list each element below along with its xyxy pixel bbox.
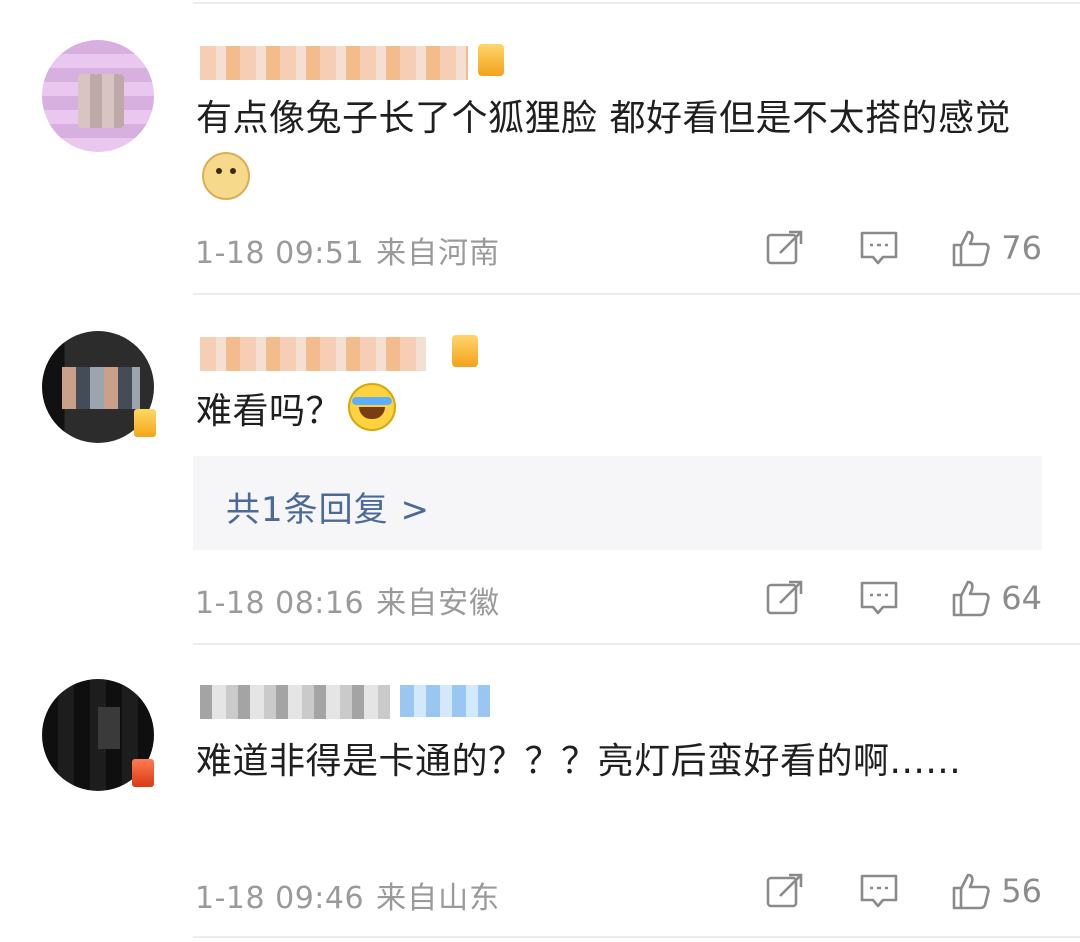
comment-icon[interactable] xyxy=(859,871,899,911)
comment-actions: 56 xyxy=(765,869,1042,913)
comment-actions: 64 xyxy=(765,576,1042,620)
doge-emoji-icon xyxy=(202,152,250,200)
verified-badge-icon xyxy=(134,409,156,437)
like-button[interactable]: 56 xyxy=(951,871,1042,911)
comment-text: 难看吗？ xyxy=(196,381,1036,443)
user-tag-blurred xyxy=(400,685,490,717)
username-blurred[interactable] xyxy=(200,337,426,371)
share-icon[interactable] xyxy=(765,578,805,618)
reply-summary-link[interactable]: 共1条回复 > xyxy=(226,482,430,531)
comment-location: 来自河南 xyxy=(376,236,501,271)
comment-text-content: 难道非得是卡通的？？？亮灯后蛮好看的啊...... xyxy=(196,741,962,782)
comment-meta: 1-18 09:46 来自山东 xyxy=(195,873,500,917)
comment-icon[interactable] xyxy=(859,578,899,618)
username-blurred[interactable] xyxy=(200,46,468,80)
comment-text: 难道非得是卡通的？？？亮灯后蛮好看的啊...... xyxy=(196,731,1036,793)
comment-location: 来自安徽 xyxy=(376,586,501,621)
thumbs-up-icon xyxy=(952,873,990,910)
share-icon[interactable] xyxy=(765,871,805,911)
comment-text-content: 难看吗？ xyxy=(196,391,343,432)
comment-time: 1-18 09:46 xyxy=(195,881,365,916)
comment-location: 来自山东 xyxy=(376,881,501,916)
like-button[interactable]: 76 xyxy=(951,228,1042,268)
share-icon[interactable] xyxy=(765,228,805,268)
thumbs-up-icon xyxy=(952,580,990,617)
username-blurred[interactable] xyxy=(200,685,390,719)
comment-actions: 76 xyxy=(765,226,1042,270)
comment-icon[interactable] xyxy=(859,228,899,268)
member-crown-icon xyxy=(478,44,504,76)
like-count: 56 xyxy=(1001,872,1042,910)
comment-time: 1-18 09:51 xyxy=(195,236,365,271)
comment-meta: 1-18 09:51 来自河南 xyxy=(195,228,500,272)
comment-text: 有点像兔子长了个狐狸脸 都好看但是不太搭的感觉 xyxy=(196,88,1036,212)
comment-item: 难道非得是卡通的？？？亮灯后蛮好看的啊...... 1-18 09:46 来自山东… xyxy=(0,645,1080,942)
verified-badge-icon xyxy=(132,759,154,787)
comment-time: 1-18 08:16 xyxy=(195,586,365,621)
laugh-cry-emoji-icon xyxy=(348,383,397,431)
bottom-divider xyxy=(193,936,1080,938)
thumbs-up-icon xyxy=(952,230,990,267)
avatar[interactable] xyxy=(42,40,154,152)
comment-text-content: 有点像兔子长了个狐狸脸 都好看但是不太搭的感觉 xyxy=(196,98,1011,139)
comment-item: 难看吗？ 共1条回复 > 1-18 08:16 来自安徽 64 xyxy=(0,295,1080,645)
comment-meta: 1-18 08:16 来自安徽 xyxy=(195,578,500,622)
like-button[interactable]: 64 xyxy=(951,578,1042,618)
like-count: 64 xyxy=(1001,579,1042,617)
like-count: 76 xyxy=(1001,229,1042,267)
member-crown-icon xyxy=(452,335,478,367)
reply-summary-box[interactable]: 共1条回复 > xyxy=(193,456,1042,550)
comment-item: 有点像兔子长了个狐狸脸 都好看但是不太搭的感觉 1-18 09:51 来自河南 7… xyxy=(0,0,1080,295)
